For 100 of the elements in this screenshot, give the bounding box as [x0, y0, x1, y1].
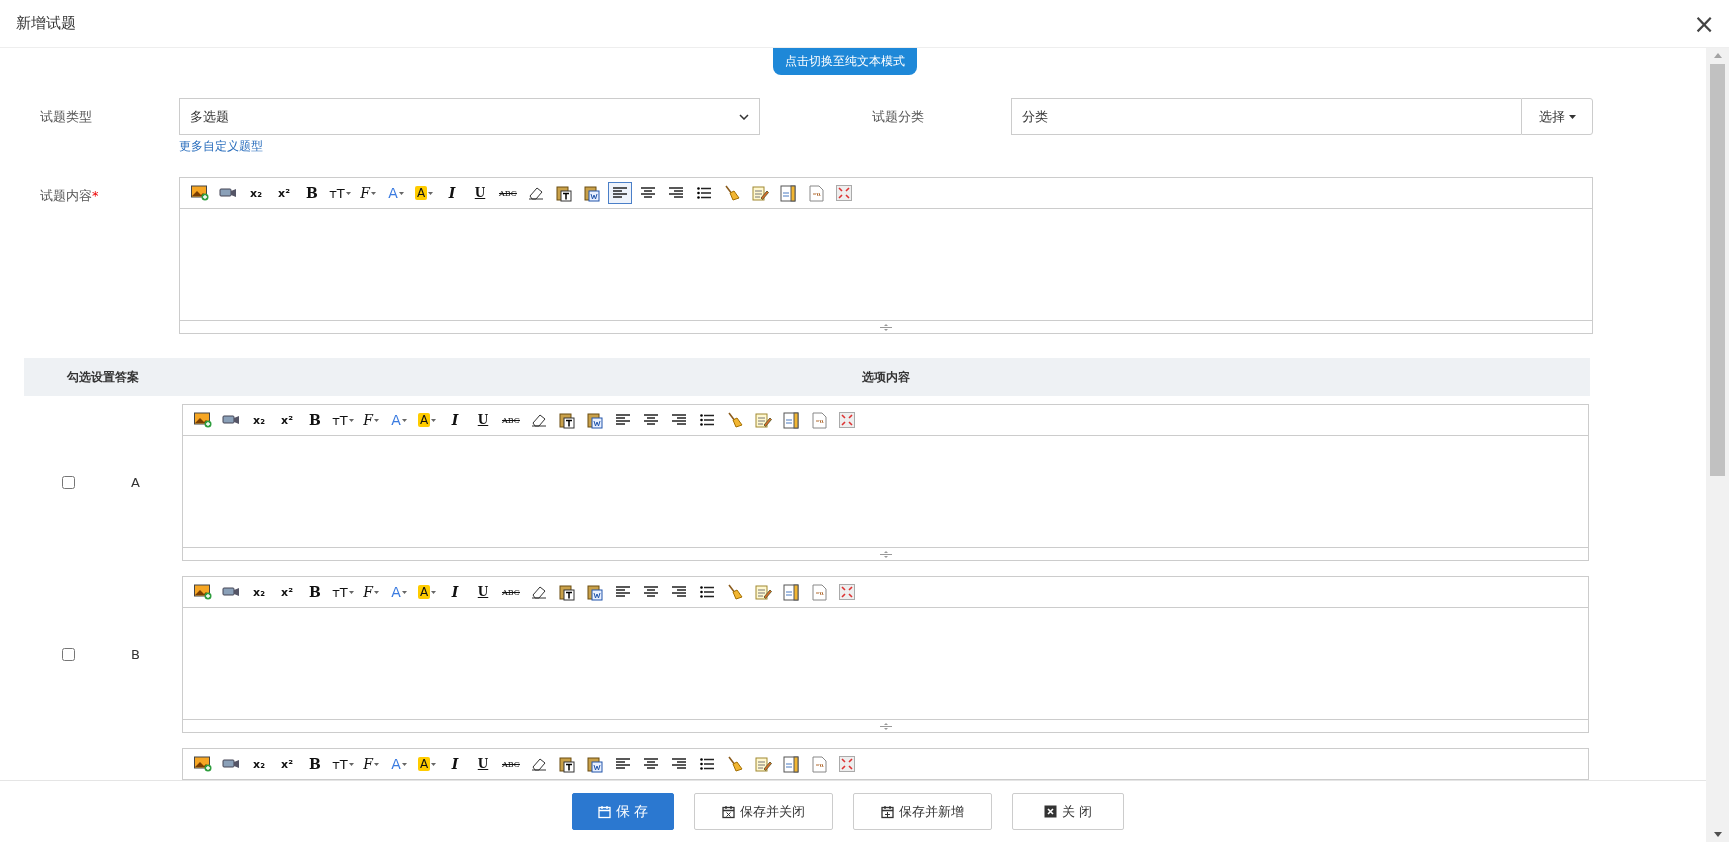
document-icon [783, 411, 799, 429]
align-right-icon [672, 414, 686, 426]
font-family-tool[interactable]: F [359, 581, 383, 603]
caret-icon [348, 762, 354, 766]
plain-text-mode-button[interactable]: 点击切换至纯文本模式 [773, 48, 917, 75]
broom-icon [724, 185, 740, 201]
calendar-icon [597, 804, 611, 819]
scrollbar-thumb[interactable] [1710, 64, 1725, 476]
highlight-tool[interactable]: A [415, 409, 439, 431]
answer-checkbox[interactable] [62, 648, 75, 661]
question-type-select[interactable]: 多选题 [179, 98, 760, 135]
scroll-down-icon[interactable] [1713, 832, 1722, 837]
caret-icon [373, 418, 379, 422]
close-button[interactable]: × [1693, 10, 1715, 37]
font-color-tool[interactable]: A [387, 581, 411, 603]
save-new-button[interactable]: 保存并新增 [853, 793, 992, 830]
category-field[interactable]: 分类 [1011, 98, 1521, 135]
align-left-tool[interactable] [608, 182, 632, 204]
italic-tool[interactable]: I [440, 182, 464, 204]
field-label: 试题类型 [40, 108, 93, 126]
caret-icon [373, 590, 379, 594]
align-center-icon [644, 414, 658, 426]
italic-tool[interactable]: I [443, 753, 467, 775]
eraser-icon [531, 585, 547, 599]
underline-tool[interactable]: U [471, 409, 495, 431]
bold-tool[interactable]: B [300, 182, 324, 204]
font-color-tool[interactable]: A [387, 753, 411, 775]
caret-icon [348, 418, 354, 422]
video-camera-icon [222, 757, 240, 771]
code-file-icon [811, 411, 827, 429]
caret-icon [370, 191, 376, 195]
font-size-tool[interactable]: ᴛT [331, 409, 355, 431]
fullscreen-icon [836, 185, 852, 201]
video-camera-icon [222, 585, 240, 599]
code-file-icon [811, 755, 827, 773]
resize-grip-icon[interactable] [878, 722, 893, 730]
strike-tool[interactable]: ABC [499, 753, 523, 775]
font-size-tool[interactable]: ᴛT [328, 182, 352, 204]
scrollbar[interactable] [1706, 48, 1729, 842]
font-family-tool[interactable]: F [356, 182, 380, 204]
image-insert-icon [191, 185, 209, 201]
underline-tool[interactable]: U [471, 581, 495, 603]
bullet-list-icon [697, 187, 711, 199]
strike-tool[interactable]: ABC [496, 182, 520, 204]
close-button[interactable]: 关 闭 [1012, 793, 1124, 830]
field-label: 试题内容* [40, 187, 100, 205]
column-header: 选项内容 [861, 368, 911, 386]
caret-icon [398, 191, 404, 195]
underline-tool[interactable]: U [468, 182, 492, 204]
align-left-icon [616, 758, 630, 770]
save-close-button[interactable]: 保存并关闭 [694, 793, 833, 830]
bold-tool[interactable]: B [303, 409, 327, 431]
document-icon [783, 583, 799, 601]
option-letter: B [131, 647, 140, 662]
eraser-icon [528, 186, 544, 200]
superscript-tool[interactable]: x² [275, 753, 299, 775]
code-file-icon [811, 583, 827, 601]
align-center-icon [644, 758, 658, 770]
chevron-down-icon [739, 113, 749, 120]
clipboard-icon [587, 411, 603, 429]
video-camera-icon [219, 186, 237, 200]
save-button[interactable]: 保 存 [572, 793, 674, 830]
font-family-tool[interactable]: F [359, 753, 383, 775]
strike-tool[interactable]: ABC [499, 581, 523, 603]
caret-icon [1568, 114, 1576, 119]
answer-checkbox[interactable] [62, 476, 75, 489]
font-color-tool[interactable]: A [384, 182, 408, 204]
bold-tool[interactable]: B [303, 581, 327, 603]
font-size-tool[interactable]: ᴛT [331, 753, 355, 775]
align-left-icon [616, 414, 630, 426]
highlight-tool[interactable]: A [415, 581, 439, 603]
bullet-list-icon [700, 414, 714, 426]
font-color-tool[interactable]: A [387, 409, 411, 431]
superscript-tool[interactable]: x² [275, 581, 299, 603]
resize-grip-icon[interactable] [878, 550, 893, 558]
superscript-tool[interactable]: x² [275, 409, 299, 431]
clipboard-icon [587, 583, 603, 601]
choose-button[interactable]: 选择 [1521, 98, 1593, 135]
italic-tool[interactable]: I [443, 581, 467, 603]
subscript-tool[interactable]: x₂ [247, 409, 271, 431]
resize-grip-icon[interactable] [879, 323, 893, 331]
document-icon [783, 755, 799, 773]
caret-icon [431, 418, 437, 422]
subscript-tool[interactable]: x₂ [247, 753, 271, 775]
strike-tool[interactable]: ABC [499, 409, 523, 431]
custom-types-link[interactable]: 更多自定义题型 [179, 138, 263, 155]
italic-tool[interactable]: I [443, 409, 467, 431]
highlight-tool[interactable]: A [415, 753, 439, 775]
underline-tool[interactable]: U [471, 753, 495, 775]
superscript-tool[interactable]: x² [272, 182, 296, 204]
subscript-tool[interactable]: x₂ [247, 581, 271, 603]
font-size-tool[interactable]: ᴛT [331, 581, 355, 603]
clipboard-icon [587, 755, 603, 773]
subscript-tool[interactable]: x₂ [244, 182, 268, 204]
font-family-tool[interactable]: F [359, 409, 383, 431]
highlight-tool[interactable]: A [412, 182, 436, 204]
eraser-icon [531, 757, 547, 771]
bold-tool[interactable]: B [303, 753, 327, 775]
calendar-plus-icon [881, 804, 894, 819]
clipboard-icon [559, 583, 575, 601]
